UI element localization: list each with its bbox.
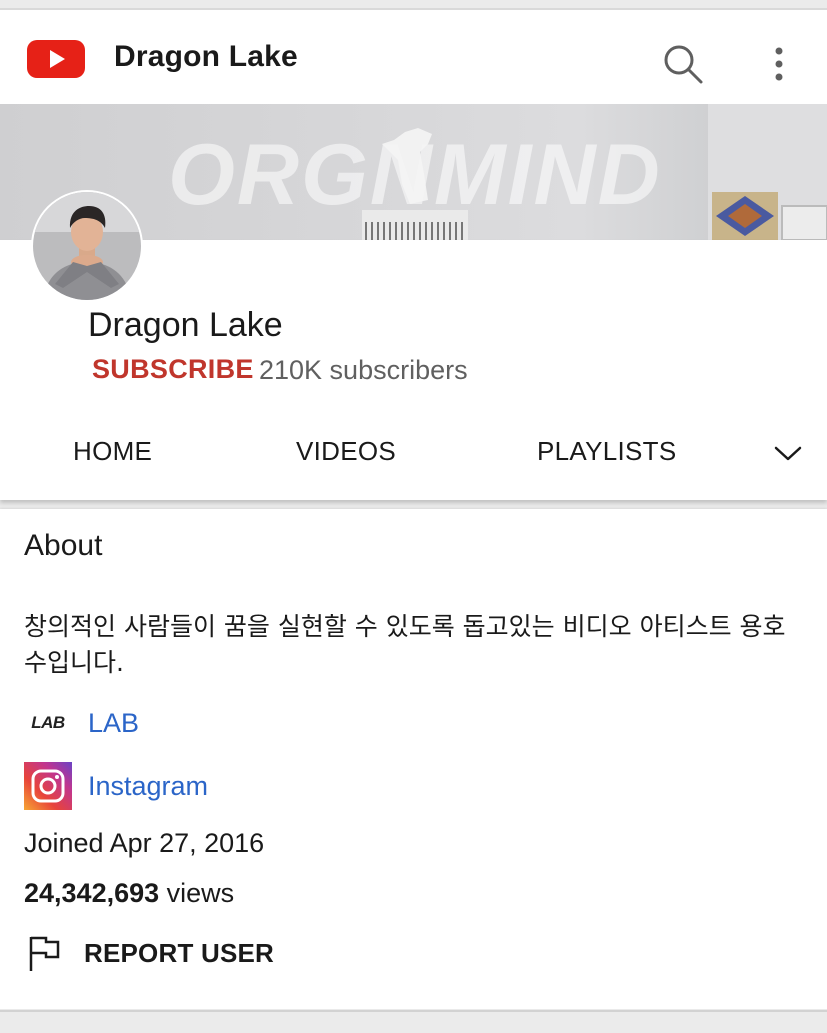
link-lab[interactable]: LAB LAB — [24, 699, 139, 747]
more-vertical-icon[interactable] — [766, 45, 792, 85]
view-count-suffix: views — [159, 878, 235, 908]
link-instagram[interactable]: Instagram — [24, 762, 208, 810]
channel-name: Dragon Lake — [88, 306, 283, 344]
search-icon[interactable] — [662, 43, 704, 85]
youtube-logo-icon[interactable] — [27, 38, 85, 80]
tab-home[interactable]: HOME — [73, 436, 152, 467]
screen: Dragon Lake ORGNMIND — [0, 0, 827, 1033]
tab-videos[interactable]: VIDEOS — [296, 436, 396, 467]
view-count: 24,342,693 views — [24, 878, 234, 909]
channel-description: 창의적인 사람들이 꿈을 실현할 수 있도록 돕고있는 비디오 아티스트 용호수… — [24, 612, 786, 677]
lab-logo-icon: LAB — [24, 699, 72, 747]
report-user-label[interactable]: REPORT USER — [84, 938, 274, 969]
about-title: About — [24, 529, 103, 562]
channel-avatar[interactable] — [31, 190, 143, 302]
chevron-down-icon[interactable] — [773, 442, 803, 464]
subscriber-count: 210K subscribers — [259, 355, 468, 385]
lab-logo-text: LAB — [31, 713, 65, 732]
joined-date: Joined Apr 27, 2016 — [24, 828, 265, 858]
app-bar: Dragon Lake — [0, 8, 827, 104]
view-count-number: 24,342,693 — [24, 878, 160, 908]
report-user-button[interactable]: REPORT USER — [26, 933, 274, 973]
channel-tabs: HOME VIDEOS PLAYLISTS — [0, 430, 827, 474]
app-title: Dragon Lake — [114, 40, 298, 73]
flag-icon — [29, 936, 60, 971]
subscribe-button[interactable]: SUBSCRIBE — [92, 354, 254, 385]
instagram-icon — [24, 762, 72, 810]
about-section: About 창의적인 사람들이 꿈을 실현할 수 있도록 돕고있는 비디오 아티… — [0, 509, 827, 1009]
tab-playlists[interactable]: PLAYLISTS — [537, 436, 677, 467]
bottom-divider — [0, 1010, 827, 1012]
link-instagram-label[interactable]: Instagram — [88, 771, 208, 802]
link-lab-label[interactable]: LAB — [88, 708, 139, 739]
